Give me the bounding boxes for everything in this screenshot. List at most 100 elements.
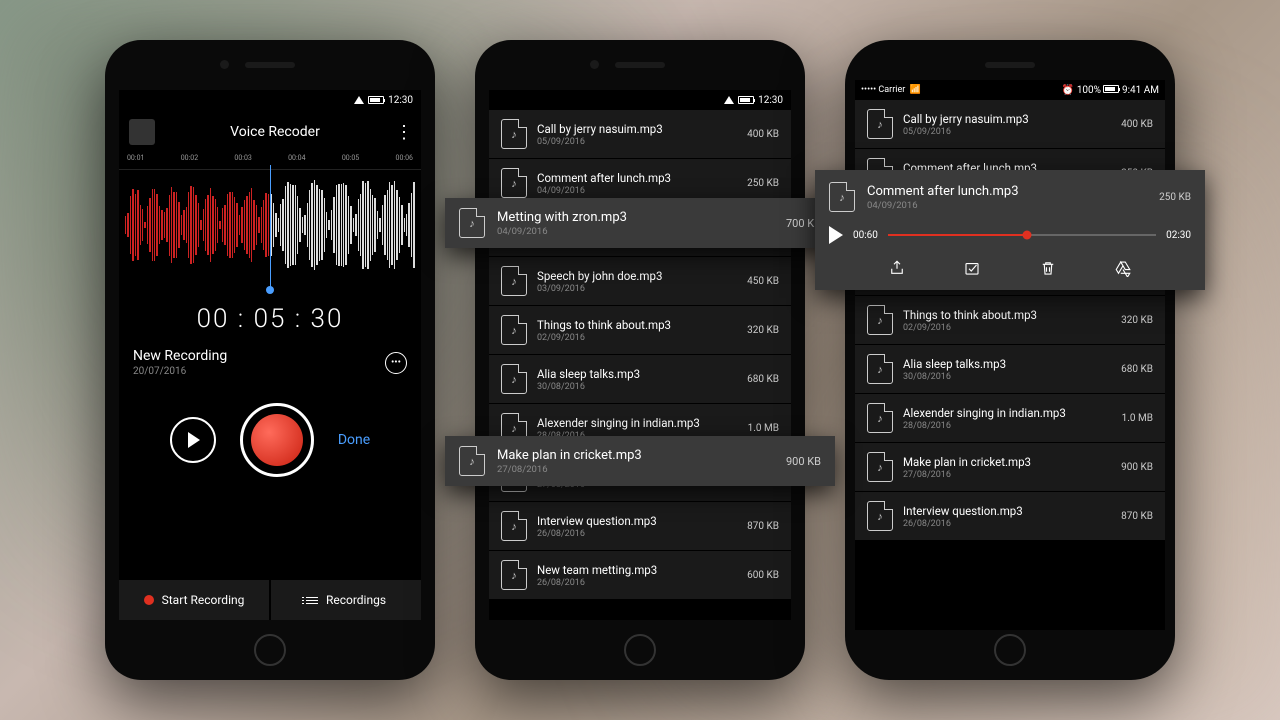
status-time: 9:41 AM xyxy=(1122,85,1159,96)
file-date: 02/09/2016 xyxy=(903,323,1111,333)
share-icon[interactable] xyxy=(887,258,907,278)
file-size: 600 KB xyxy=(747,570,779,581)
file-name: Metting with zron.mp3 xyxy=(497,210,774,225)
duration: 02:30 xyxy=(1166,230,1191,241)
file-size: 320 KB xyxy=(1121,315,1153,326)
file-size: 250 KB xyxy=(747,178,779,189)
current-time: 00:60 xyxy=(853,230,878,241)
file-date: 27/08/2016 xyxy=(497,464,774,475)
battery-icon xyxy=(1103,85,1119,93)
file-size: 900 KB xyxy=(786,455,821,468)
file-icon xyxy=(867,109,893,139)
signal-icon xyxy=(724,96,734,104)
file-date: 28/08/2016 xyxy=(903,421,1112,431)
file-size: 900 KB xyxy=(1121,462,1153,473)
file-item[interactable]: Alia sleep talks.mp330/08/2016680 KB xyxy=(855,345,1165,393)
waveform[interactable] xyxy=(119,170,421,280)
status-time: 12:30 xyxy=(388,95,413,106)
file-list[interactable]: Call by jerry nasuim.mp305/09/2016400 KB… xyxy=(855,100,1165,541)
menu-icon[interactable]: ⋮ xyxy=(395,122,411,143)
file-date: 03/09/2016 xyxy=(537,284,737,294)
status-time: 12:30 xyxy=(758,95,783,106)
player-file-size: 250 KB xyxy=(1159,192,1191,203)
file-size: 870 KB xyxy=(1121,511,1153,522)
file-name: Alexender singing in indian.mp3 xyxy=(903,406,1112,420)
file-name: Things to think about.mp3 xyxy=(537,318,737,332)
file-item[interactable]: Call by jerry nasuim.mp305/09/2016400 KB xyxy=(855,100,1165,148)
status-bar: ••••• Carrier 📶 ⏰ 100% 9:41 AM xyxy=(855,80,1165,100)
file-name: Make plan in cricket.mp3 xyxy=(903,455,1111,469)
phone-recorder: 12:30 Voice Recoder ⋮ 00:0100:0200:0300:… xyxy=(105,40,435,680)
file-icon xyxy=(867,501,893,531)
app-header: Voice Recoder ⋮ xyxy=(119,110,421,154)
seek-slider[interactable] xyxy=(888,234,1156,236)
status-bar: 12:30 xyxy=(119,90,421,110)
file-popout-2[interactable]: Make plan in cricket.mp3 27/08/2016 900 … xyxy=(445,436,835,486)
file-icon xyxy=(501,266,527,296)
file-name: Things to think about.mp3 xyxy=(903,308,1111,322)
file-name: Alia sleep talks.mp3 xyxy=(903,357,1111,371)
file-item[interactable]: Interview question.mp326/08/2016870 KB xyxy=(855,492,1165,540)
record-button[interactable] xyxy=(240,403,314,477)
recordings-button[interactable]: Recordings xyxy=(271,580,421,620)
carrier-label: ••••• Carrier xyxy=(861,85,905,95)
file-name: Comment after lunch.mp3 xyxy=(537,171,737,185)
file-icon xyxy=(459,208,485,238)
battery-icon xyxy=(738,96,754,104)
file-name: New team metting.mp3 xyxy=(537,563,737,577)
file-icon xyxy=(459,446,485,476)
file-item[interactable]: Call by jerry nasuim.mp305/09/2016400 KB xyxy=(489,110,791,158)
record-icon xyxy=(251,414,303,466)
file-item[interactable]: Speech by john doe.mp303/09/2016450 KB xyxy=(489,257,791,305)
file-item[interactable]: Alexender singing in indian.mp328/08/201… xyxy=(855,394,1165,442)
file-date: 27/08/2016 xyxy=(903,470,1111,480)
file-date: 05/09/2016 xyxy=(903,127,1111,137)
status-bar: 12:30 xyxy=(489,90,791,110)
file-name: Call by jerry nasuim.mp3 xyxy=(903,112,1111,126)
check-icon[interactable] xyxy=(962,258,982,278)
trash-icon[interactable] xyxy=(1038,258,1058,278)
file-item[interactable]: Things to think about.mp302/09/2016320 K… xyxy=(489,306,791,354)
app-thumbnail[interactable] xyxy=(129,119,155,145)
player-file-date: 04/09/2016 xyxy=(867,200,1147,211)
file-item[interactable]: Interview question.mp326/08/2016 870 KB xyxy=(489,502,791,550)
file-size: 870 KB xyxy=(747,521,779,532)
list-icon xyxy=(306,597,318,604)
done-button[interactable]: Done xyxy=(338,432,370,448)
signal-icon xyxy=(354,96,364,104)
file-icon xyxy=(867,452,893,482)
file-icon xyxy=(501,315,527,345)
file-name: Interview question.mp3 xyxy=(537,514,737,528)
file-item[interactable]: Make plan in cricket.mp327/08/2016 900 KB xyxy=(855,443,1165,491)
play-icon xyxy=(188,432,200,448)
file-icon xyxy=(501,168,527,198)
file-item[interactable]: Alia sleep talks.mp330/08/2016680 KB xyxy=(489,355,791,403)
file-list[interactable]: Call by jerry nasuim.mp305/09/2016400 KB… xyxy=(489,110,791,600)
file-item[interactable]: Things to think about.mp302/09/2016 320 K… xyxy=(855,296,1165,344)
file-size: 450 KB xyxy=(747,276,779,287)
start-recording-button[interactable]: Start Recording xyxy=(119,580,269,620)
app-title: Voice Recoder xyxy=(165,124,385,140)
drive-icon[interactable] xyxy=(1113,258,1133,278)
phone-filelist: 12:30 Call by jerry nasuim.mp305/09/2016… xyxy=(475,40,805,680)
more-icon[interactable]: ••• xyxy=(385,352,407,374)
record-dot-icon xyxy=(144,595,154,605)
file-date: 30/08/2016 xyxy=(903,372,1111,382)
start-recording-label: Start Recording xyxy=(162,593,245,607)
file-icon xyxy=(867,354,893,384)
file-name: Alexender singing in indian.mp3 xyxy=(537,416,738,430)
file-date: 04/09/2016 xyxy=(537,186,737,196)
play-icon[interactable] xyxy=(829,226,843,244)
phone-player: ••••• Carrier 📶 ⏰ 100% 9:41 AM Call by j… xyxy=(845,40,1175,680)
file-item[interactable]: New team metting.mp326/08/2016600 KB xyxy=(489,551,791,599)
file-icon xyxy=(867,305,893,335)
file-popout-1[interactable]: Metting with zron.mp3 04/09/2016 700 KB xyxy=(445,198,835,248)
recording-date: 20/07/2016 xyxy=(133,366,227,377)
player-panel: Comment after lunch.mp3 04/09/2016 250 K… xyxy=(815,170,1205,290)
file-icon xyxy=(501,511,527,541)
file-date: 02/09/2016 xyxy=(537,333,737,343)
play-button[interactable] xyxy=(170,417,216,463)
file-date: 26/08/2016 xyxy=(537,529,737,539)
recording-name: New Recording xyxy=(133,348,227,364)
file-name: Interview question.mp3 xyxy=(903,504,1111,518)
